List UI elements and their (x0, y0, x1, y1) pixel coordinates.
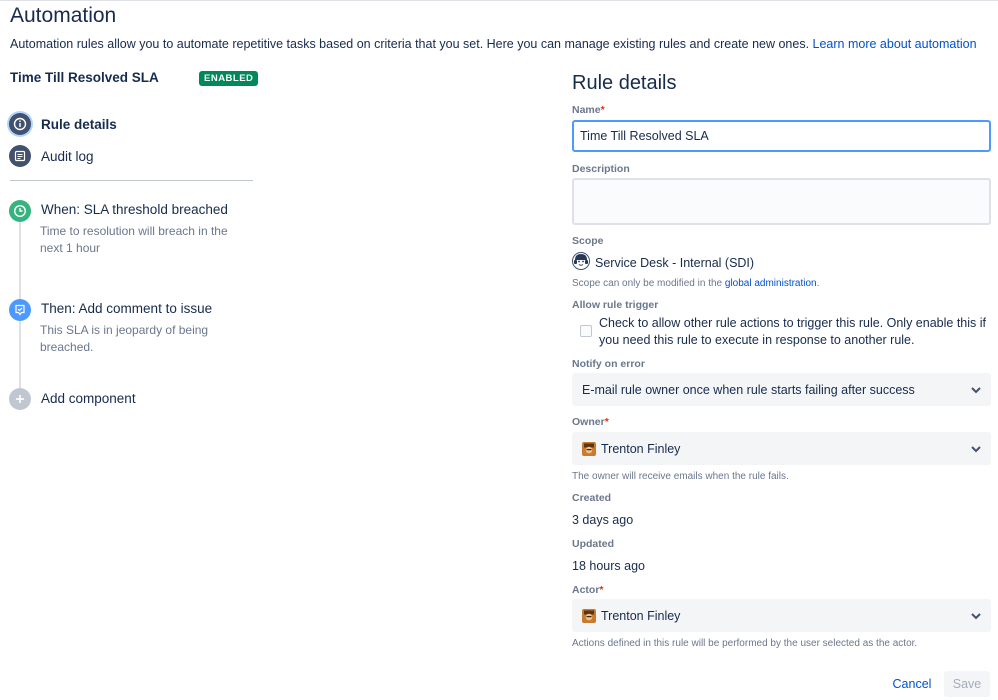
required-marker: * (599, 584, 604, 596)
owner-label-text: Owner (572, 416, 605, 428)
component-title: When: SLA threshold breached (41, 202, 228, 217)
allow-trigger-text: Check to allow other rule actions to tri… (599, 316, 986, 347)
owner-helper: The owner will receive emails when the r… (572, 471, 789, 482)
chevron-down-icon (969, 383, 983, 397)
page-description: Automation rules allow you to automate r… (10, 37, 977, 51)
required-marker: * (604, 416, 609, 428)
required-marker: * (600, 104, 605, 116)
save-button[interactable]: Save (944, 671, 990, 697)
updated-label: Updated (572, 538, 614, 550)
scope-value-row: Service Desk - Internal (SDI) (572, 251, 755, 275)
component-description: This SLA is in jeopardy of being breache… (40, 323, 209, 354)
created-value: 3 days ago (572, 513, 634, 527)
nav-label-rule-details: Rule details (41, 116, 117, 132)
name-label-text: Name (572, 104, 601, 116)
chevron-down-icon (969, 609, 983, 623)
cancel-button[interactable]: Cancel (888, 672, 936, 696)
global-administration-link[interactable]: global administration (725, 278, 817, 289)
owner-label: Owner* (572, 416, 609, 428)
owner-select-value: Trenton Finley (601, 441, 681, 456)
scope-helper: Scope can only be modified in the global… (572, 278, 819, 289)
service-desk-avatar-icon (572, 251, 590, 275)
scope-helper-end: . (816, 278, 820, 289)
add-component-label: Add component (41, 391, 136, 406)
actor-select[interactable]: Trenton Finley (572, 599, 991, 632)
learn-more-link[interactable]: Learn more about automation (813, 37, 977, 51)
actor-helper: Actions defined in this rule will be per… (572, 638, 918, 649)
description-label: Description (572, 163, 630, 175)
top-divider (0, 0, 998, 1)
description-textarea[interactable] (572, 178, 991, 225)
created-label: Created (572, 492, 612, 504)
nav-item-audit-log[interactable]: Audit log (9, 145, 94, 167)
actor-select-value: Trenton Finley (601, 608, 681, 623)
updated-value: 18 hours ago (572, 559, 645, 573)
status-badge: ENABLED (199, 71, 259, 86)
scope-helper-text: Scope can only be modified in the (572, 278, 725, 289)
list-icon (9, 145, 31, 167)
page-description-text: Automation rules allow you to automate r… (10, 37, 813, 51)
page-title: Automation (10, 4, 117, 27)
notify-label: Notify on error (572, 358, 645, 370)
actor-label-text: Actor (572, 584, 600, 596)
nav-item-rule-details[interactable]: Rule details (9, 113, 117, 135)
scope-label: Scope (572, 235, 604, 247)
user-avatar-icon (582, 608, 596, 623)
owner-select[interactable]: Trenton Finley (572, 432, 991, 465)
comment-icon (9, 299, 31, 321)
rule-title: Time Till Resolved SLA (10, 70, 159, 85)
notify-on-error-select[interactable]: E-mail rule owner once when rule starts … (572, 373, 991, 406)
allow-trigger-label: Allow rule trigger (572, 299, 659, 311)
chevron-down-icon (969, 442, 983, 456)
nav-label-audit-log: Audit log (41, 148, 94, 164)
clock-icon (9, 200, 31, 222)
plus-icon (9, 388, 31, 410)
component-description: Time to resolution will breach in the ne… (40, 224, 228, 255)
scope-value: Service Desk - Internal (SDI) (595, 256, 755, 270)
user-avatar-icon (582, 441, 596, 456)
nav-divider (10, 180, 253, 181)
name-label: Name* (572, 104, 605, 116)
notify-select-value: E-mail rule owner once when rule starts … (582, 382, 915, 397)
section-title: Rule details (572, 72, 677, 94)
allow-trigger-checkbox[interactable] (580, 325, 592, 337)
actor-label: Actor* (572, 584, 604, 596)
info-icon (9, 113, 31, 135)
name-input[interactable] (572, 120, 991, 152)
component-title: Then: Add comment to issue (41, 301, 213, 316)
